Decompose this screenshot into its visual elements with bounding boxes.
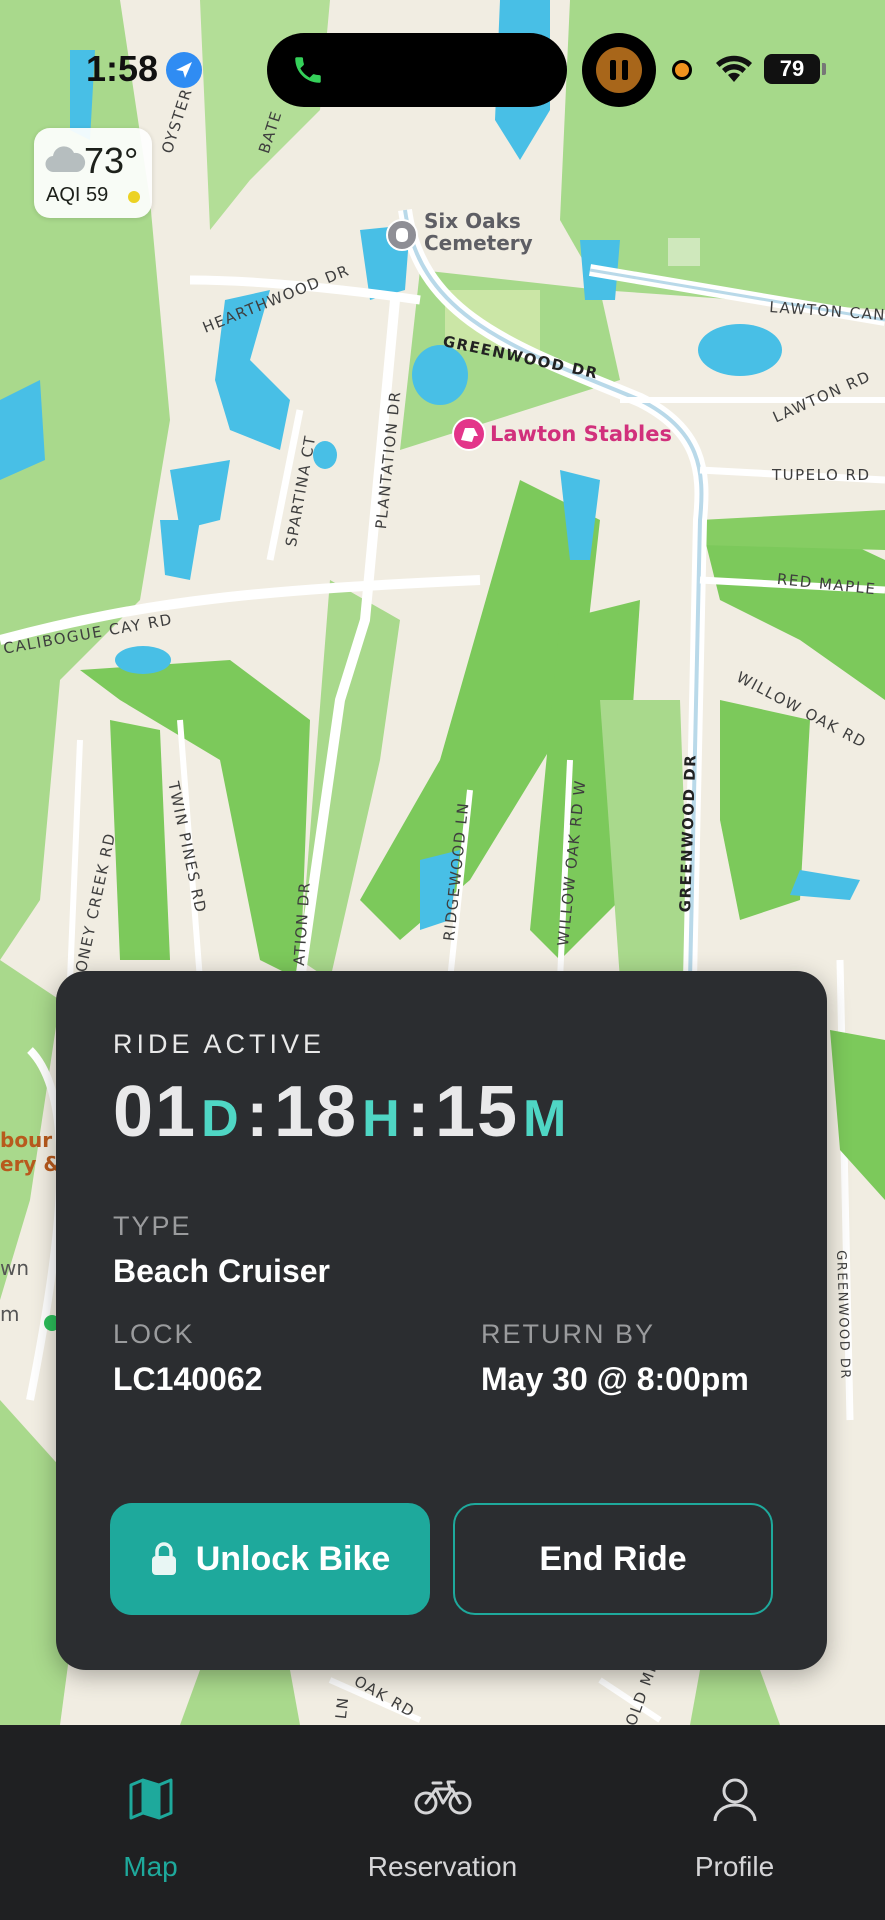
tab-profile-label: Profile: [694, 1851, 775, 1882]
dynamic-island[interactable]: [267, 33, 567, 107]
countdown-hours: 18: [273, 1072, 359, 1152]
ride-status: RIDE ACTIVE: [113, 1029, 326, 1059]
bike-icon: [414, 1780, 471, 1815]
countdown-minutes: 15: [434, 1072, 520, 1152]
road-label-ln: LN: [332, 1695, 353, 1720]
location-arrow-icon: [166, 52, 202, 88]
lock-label: LOCK: [113, 1319, 195, 1349]
ride-card: RIDE ACTIVE 01 D : 18 H : 15 M TYPE Beac…: [56, 971, 827, 1670]
unlock-bike-button[interactable]: Unlock Bike: [110, 1503, 430, 1615]
map-edge-label-2: m: [0, 1302, 20, 1326]
return-by-label: RETURN BY: [481, 1319, 656, 1349]
countdown-separator: :: [407, 1078, 429, 1150]
tab-map-label: Map: [123, 1851, 178, 1882]
tab-reservation[interactable]: Reservation: [295, 1725, 590, 1920]
tab-bar: Map Reservation Profile: [0, 1725, 885, 1920]
tab-reservation-label: Reservation: [367, 1851, 518, 1882]
countdown-minutes-unit: M: [523, 1090, 569, 1148]
type-label: TYPE: [113, 1211, 192, 1241]
weather-temperature: 73°: [84, 140, 139, 181]
poi-cemetery-label[interactable]: Six Oaks Cemetery: [424, 210, 533, 254]
battery-level: 79: [764, 54, 820, 84]
recording-indicator-icon: [672, 60, 692, 80]
weather-widget[interactable]: 73° AQI 59: [34, 128, 152, 218]
lock-value: LC140062: [113, 1361, 263, 1397]
countdown-days-unit: D: [201, 1090, 241, 1148]
tab-profile[interactable]: Profile: [587, 1725, 882, 1920]
road-label-tupelo: TUPELO RD: [772, 466, 871, 484]
battery-nub: [822, 63, 826, 75]
countdown-separator: :: [246, 1078, 268, 1150]
type-value: Beach Cruiser: [113, 1253, 330, 1289]
status-bar: 1:58 79: [0, 0, 885, 120]
unlock-bike-label: Unlock Bike: [195, 1539, 391, 1578]
map-edge-label-1: wn: [0, 1256, 30, 1280]
aqi-indicator-dot: [128, 191, 140, 203]
end-ride-label: End Ride: [539, 1539, 687, 1578]
poi-stables-label[interactable]: Lawton Stables: [490, 422, 672, 446]
countdown-hours-unit: H: [362, 1090, 402, 1148]
tab-map[interactable]: Map: [3, 1725, 298, 1920]
timer-pause-icon[interactable]: [582, 33, 656, 107]
wifi-icon: [716, 55, 752, 82]
cloud-icon: [45, 146, 86, 173]
poi-harbour-label[interactable]: bour ery &: [0, 1128, 61, 1176]
lock-icon: [151, 1542, 176, 1575]
phone-call-icon: [295, 57, 321, 83]
ride-countdown: 01 D : 18 H : 15 M: [113, 1071, 568, 1153]
map-icon: [129, 1778, 172, 1820]
end-ride-button[interactable]: End Ride: [453, 1503, 773, 1615]
countdown-days: 01: [113, 1072, 198, 1152]
return-by-value: May 30 @ 8:00pm: [481, 1361, 749, 1397]
status-time: 1:58: [86, 48, 159, 89]
person-icon: [713, 1778, 756, 1822]
weather-aqi: AQI 59: [46, 184, 109, 206]
